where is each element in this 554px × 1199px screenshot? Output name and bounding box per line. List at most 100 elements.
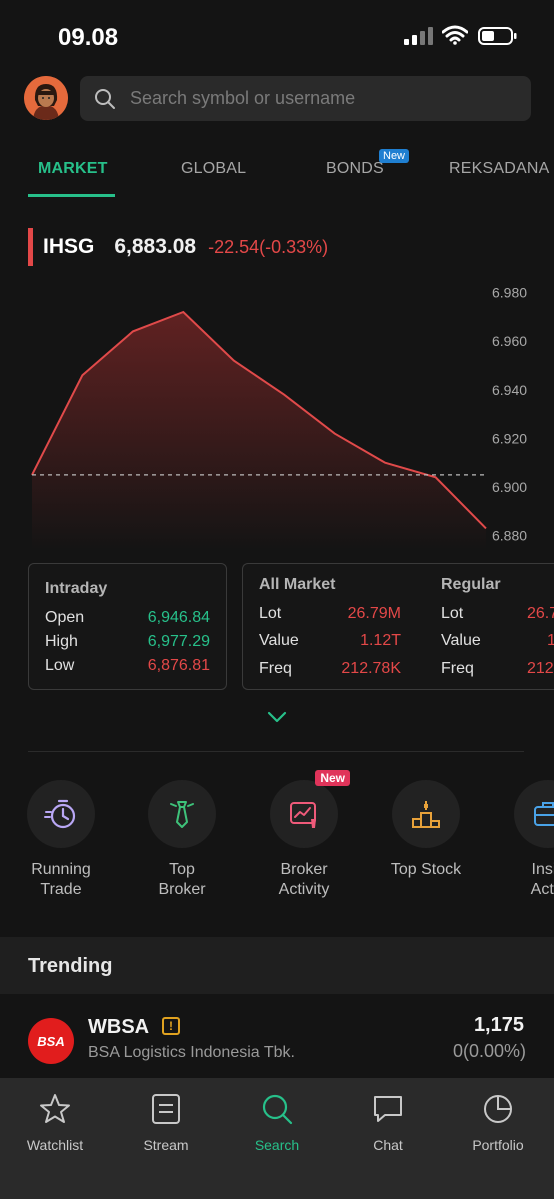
y-tick-label: 6.980 bbox=[492, 285, 527, 301]
market-stats-card: All Market Lot 26.79M Value 1.12T Freq 2… bbox=[242, 563, 554, 690]
broker-activity-new-badge: New bbox=[315, 770, 350, 786]
tab-underline bbox=[28, 194, 115, 197]
intraday-open-label: Open bbox=[45, 609, 85, 626]
tab-global[interactable]: GLOBAL bbox=[181, 160, 246, 178]
search-icon bbox=[95, 88, 115, 109]
bottom-navigation: Watchlist Stream Search Chat Portfolio bbox=[0, 1078, 554, 1199]
menu-top-broker[interactable]: Top Broker bbox=[127, 780, 237, 900]
status-bar: 09.08 bbox=[0, 0, 554, 70]
status-time: 09.08 bbox=[58, 24, 119, 51]
all-market-value-label: Value bbox=[259, 632, 299, 649]
chevron-down-icon[interactable] bbox=[266, 710, 288, 724]
intraday-high-value: 6,977.29 bbox=[147, 633, 210, 650]
regular-lot-value: 26.7 bbox=[527, 605, 554, 622]
section-divider bbox=[28, 751, 524, 752]
all-market-title: All Market bbox=[259, 576, 336, 593]
y-tick-label: 6.920 bbox=[492, 430, 527, 446]
index-indicator-bar bbox=[28, 228, 33, 266]
stock-change: 0(0.00%) bbox=[452, 1041, 526, 1061]
intraday-low-value: 6,876.81 bbox=[147, 657, 210, 674]
trending-title: Trending bbox=[28, 955, 113, 977]
stock-price: 1,175 bbox=[473, 1014, 524, 1036]
stock-name: BSA Logistics Indonesia Tbk. bbox=[88, 1044, 295, 1061]
index-change: -22.54(-0.33%) bbox=[208, 236, 329, 257]
all-market-value-value: 1.12T bbox=[360, 632, 401, 649]
battery-icon bbox=[478, 27, 517, 45]
regular-lot-label: Lot bbox=[441, 605, 464, 622]
market-tabs: MARKET GLOBAL BONDS New REKSADANA bbox=[0, 140, 554, 198]
y-tick-label: 6.940 bbox=[492, 382, 527, 398]
y-tick-label: 6.900 bbox=[492, 479, 527, 495]
chat-icon bbox=[374, 1096, 402, 1122]
chart-area bbox=[32, 312, 486, 550]
index-value: 6,883.08 bbox=[114, 235, 197, 258]
menu-top-broker-label-2: Broker bbox=[158, 881, 206, 898]
nav-stream-label: Stream bbox=[143, 1137, 189, 1153]
all-market-lot-value: 26.79M bbox=[347, 605, 401, 622]
search-icon bbox=[262, 1094, 293, 1125]
trending-header: Trending bbox=[0, 937, 554, 994]
nav-portfolio-label: Portfolio bbox=[472, 1137, 524, 1153]
search-input[interactable] bbox=[130, 88, 510, 109]
nav-search[interactable]: Search bbox=[227, 1092, 327, 1153]
signal-icon bbox=[404, 27, 433, 45]
nav-watchlist-label: Watchlist bbox=[26, 1137, 84, 1153]
menu-running-trade-label-1: Running bbox=[31, 861, 91, 878]
bonds-new-badge: New bbox=[379, 149, 410, 163]
stock-code: WBSA bbox=[88, 1016, 150, 1038]
regular-title: Regular bbox=[441, 576, 501, 593]
menu-top-stock-label-1: Top Stock bbox=[390, 861, 462, 878]
menu-broker-activity[interactable]: New Broker Activity bbox=[249, 770, 359, 900]
podium-icon bbox=[412, 801, 440, 828]
intraday-open-value: 6,946.84 bbox=[147, 609, 210, 626]
intraday-title: Intraday bbox=[45, 580, 108, 597]
regular-freq-label: Freq bbox=[441, 660, 474, 677]
tab-bonds[interactable]: BONDS bbox=[326, 160, 384, 178]
stopwatch-icon bbox=[44, 799, 76, 829]
regular-freq-value: 212. bbox=[527, 660, 554, 677]
menu-running-trade-label-2: Trade bbox=[40, 881, 82, 898]
nav-search-label: Search bbox=[254, 1137, 300, 1153]
avatar[interactable] bbox=[24, 76, 68, 120]
star-icon bbox=[40, 1094, 70, 1123]
tab-reksadana[interactable]: REKSADANA bbox=[449, 160, 550, 178]
intraday-card: Intraday Open 6,946.84 High 6,977.29 Low… bbox=[28, 563, 227, 690]
menu-top-broker-label-1: Top bbox=[169, 861, 195, 878]
index-summary[interactable]: IHSG 6,883.08 -22.54(-0.33%) bbox=[28, 228, 328, 266]
all-market-freq-value: 212.78K bbox=[341, 660, 401, 677]
pie-chart-icon bbox=[484, 1095, 512, 1123]
tie-icon bbox=[170, 801, 194, 828]
y-tick-label: 6.880 bbox=[492, 528, 527, 544]
menu-broker-activity-label-1: Broker bbox=[280, 861, 328, 878]
nav-portfolio[interactable]: Portfolio bbox=[448, 1092, 548, 1153]
y-tick-label: 6.960 bbox=[492, 333, 527, 349]
menu-insider-activity-label-1: Insic bbox=[531, 861, 554, 878]
intraday-low-label: Low bbox=[45, 657, 75, 674]
menu-running-trade[interactable]: Running Trade bbox=[6, 780, 116, 900]
stock-logo: BSA bbox=[28, 1018, 74, 1064]
nav-stream[interactable]: Stream bbox=[116, 1092, 216, 1153]
wifi-icon bbox=[442, 25, 468, 45]
regular-value-label: Value bbox=[441, 632, 481, 649]
all-market-freq-label: Freq bbox=[259, 660, 292, 677]
nav-chat[interactable]: Chat bbox=[338, 1092, 438, 1153]
warning-icon[interactable]: ! bbox=[162, 1017, 180, 1035]
menu-insider-activity-label-2: Activ bbox=[530, 881, 554, 898]
chart-board-icon bbox=[290, 802, 316, 828]
index-name: IHSG bbox=[43, 235, 95, 258]
intraday-high-label: High bbox=[45, 633, 78, 650]
menu-top-stock[interactable]: Top Stock bbox=[371, 780, 481, 880]
nav-watchlist[interactable]: Watchlist bbox=[5, 1092, 105, 1153]
menu-insider-activity[interactable]: Insic Activ bbox=[493, 780, 554, 900]
avatar-illustration-icon bbox=[24, 76, 68, 120]
stream-icon bbox=[152, 1094, 180, 1124]
trending-stock-row[interactable]: BSA WBSA ! BSA Logistics Indonesia Tbk. … bbox=[0, 994, 554, 1080]
regular-value-value: 1 bbox=[547, 632, 554, 649]
search-bar[interactable] bbox=[80, 76, 531, 121]
menu-broker-activity-label-2: Activity bbox=[278, 881, 330, 898]
all-market-lot-label: Lot bbox=[259, 605, 282, 622]
tab-market[interactable]: MARKET bbox=[38, 160, 108, 178]
index-chart[interactable]: 6.980 6.960 6.940 6.920 6.900 6.880 bbox=[0, 280, 554, 550]
briefcase-icon bbox=[534, 802, 554, 826]
nav-chat-label: Chat bbox=[373, 1137, 403, 1153]
